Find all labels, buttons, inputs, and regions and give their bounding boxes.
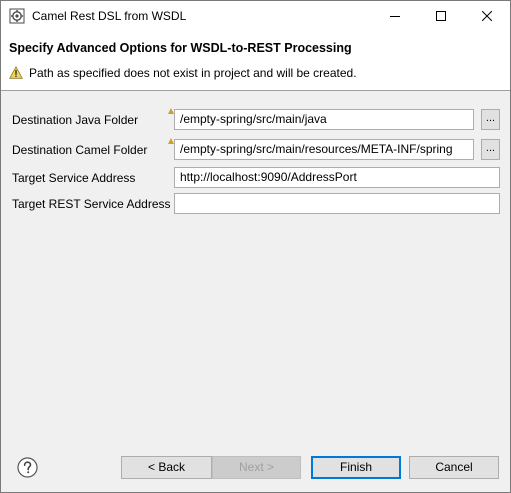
camel-folder-browse-button[interactable]: ... xyxy=(481,139,500,160)
camel-folder-label: Destination Camel Folder xyxy=(12,143,148,157)
warning-message: Path as specified does not exist in proj… xyxy=(29,66,357,80)
wizard-banner: Specify Advanced Options for WSDL-to-RES… xyxy=(1,31,510,91)
back-button[interactable]: < Back xyxy=(121,456,212,479)
service-address-field[interactable]: http://localhost:9090/AddressPort xyxy=(174,167,500,188)
maximize-button[interactable] xyxy=(418,1,464,31)
finish-button[interactable]: Finish xyxy=(311,456,401,479)
next-button[interactable]: Next > xyxy=(212,456,301,479)
close-icon xyxy=(482,11,492,21)
cancel-button[interactable]: Cancel xyxy=(409,456,499,479)
camel-app-icon xyxy=(9,8,25,24)
help-icon[interactable] xyxy=(17,457,38,478)
service-address-label: Target Service Address xyxy=(12,171,136,185)
java-folder-browse-button[interactable]: ... xyxy=(481,109,500,130)
camel-folder-field[interactable]: /empty-spring/src/main/resources/META-IN… xyxy=(174,139,474,160)
page-title: Specify Advanced Options for WSDL-to-RES… xyxy=(9,41,352,55)
rest-address-label: Target REST Service Address xyxy=(12,197,171,211)
title-bar: Camel Rest DSL from WSDL xyxy=(1,1,510,31)
java-folder-label: Destination Java Folder xyxy=(12,113,139,127)
minimize-button[interactable] xyxy=(372,1,418,31)
minimize-icon xyxy=(390,16,400,17)
maximize-icon xyxy=(436,11,446,21)
wizard-dialog: Camel Rest DSL from WSDL Specify Advance… xyxy=(0,0,511,493)
close-button[interactable] xyxy=(464,1,510,31)
warning-icon xyxy=(9,66,23,79)
window-title: Camel Rest DSL from WSDL xyxy=(32,9,187,23)
java-folder-field[interactable]: /empty-spring/src/main/java xyxy=(174,109,474,130)
rest-address-field[interactable] xyxy=(174,193,500,214)
